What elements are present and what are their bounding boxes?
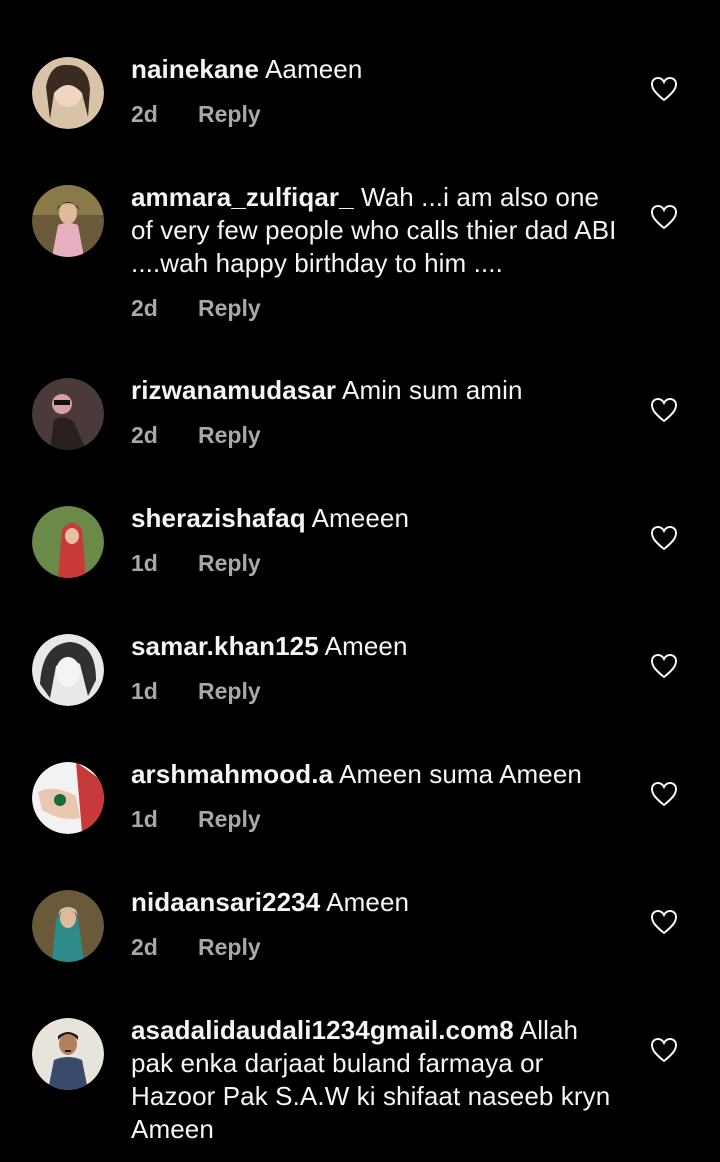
comment-text: ammara_zulfiqar_ Wah ...i am also one of… <box>131 181 621 280</box>
comment-meta: 2d Reply <box>131 295 261 322</box>
heart-outline-icon[interactable] <box>650 525 678 551</box>
comment-meta: 1d Reply <box>131 806 261 833</box>
comment-meta: 1d Reply <box>131 678 261 705</box>
comment-username[interactable]: sherazishafaq <box>131 503 306 533</box>
comment-username[interactable]: samar.khan125 <box>131 631 319 661</box>
heart-outline-icon[interactable] <box>650 909 678 935</box>
comment-time: 1d <box>131 678 158 704</box>
comment-username[interactable]: arshmahmood.a <box>131 759 333 789</box>
avatar[interactable] <box>32 634 104 706</box>
comment-meta: 2d Reply <box>131 422 261 449</box>
reply-button[interactable]: Reply <box>198 422 261 449</box>
comment-username[interactable]: asadalidaudali1234gmail.com8 <box>131 1015 514 1045</box>
avatar[interactable] <box>32 1018 104 1090</box>
comment-username[interactable]: rizwanamudasar <box>131 375 336 405</box>
comment-time: 2d <box>131 422 158 448</box>
comment-body: Ameen suma Ameen <box>339 759 582 789</box>
avatar[interactable] <box>32 57 104 129</box>
comment-time: 1d <box>131 550 158 576</box>
comment-body: Ameeen <box>311 503 410 533</box>
avatar[interactable] <box>32 185 104 257</box>
comment-username[interactable]: nainekane <box>131 54 259 84</box>
comment-body: Aameen <box>264 54 363 84</box>
reply-button[interactable]: Reply <box>198 550 261 577</box>
comment-text: arshmahmood.a Ameen suma Ameen <box>131 758 621 791</box>
comment-username[interactable]: ammara_zulfiqar_ <box>131 182 354 212</box>
comment-meta: 2d Reply <box>131 934 261 961</box>
comment-time: 2d <box>131 295 158 321</box>
comment-text: nidaansari2234 Ameen <box>131 886 621 919</box>
comment-time: 2d <box>131 934 158 960</box>
comment-time: 2d <box>131 101 158 127</box>
avatar[interactable] <box>32 506 104 578</box>
heart-outline-icon[interactable] <box>650 1037 678 1063</box>
reply-button[interactable]: Reply <box>198 101 261 128</box>
comment-text: asadalidaudali1234gmail.com8 Allah pak e… <box>131 1014 621 1146</box>
comment-time: 1d <box>131 806 158 832</box>
comment-body: Amin sum amin <box>342 375 523 405</box>
comment-username[interactable]: nidaansari2234 <box>131 887 320 917</box>
reply-button[interactable]: Reply <box>198 678 261 705</box>
reply-button[interactable]: Reply <box>198 806 261 833</box>
avatar[interactable] <box>32 890 104 962</box>
heart-outline-icon[interactable] <box>650 397 678 423</box>
comment-meta: 2d Reply <box>131 101 261 128</box>
comment-text: sherazishafaq Ameeen <box>131 502 621 535</box>
heart-outline-icon[interactable] <box>650 653 678 679</box>
heart-outline-icon[interactable] <box>650 76 678 102</box>
avatar[interactable] <box>32 378 104 450</box>
comment-text: rizwanamudasar Amin sum amin <box>131 374 621 407</box>
avatar[interactable] <box>32 762 104 834</box>
comment-meta: 1d Reply <box>131 550 261 577</box>
comment-body: Ameen <box>326 887 410 917</box>
reply-button[interactable]: Reply <box>198 934 261 961</box>
comment-text: samar.khan125 Ameen <box>131 630 621 663</box>
reply-button[interactable]: Reply <box>198 295 261 322</box>
heart-outline-icon[interactable] <box>650 781 678 807</box>
comment-text: nainekane Aameen <box>131 53 621 86</box>
heart-outline-icon[interactable] <box>650 204 678 230</box>
comment-body: Ameen <box>324 631 408 661</box>
